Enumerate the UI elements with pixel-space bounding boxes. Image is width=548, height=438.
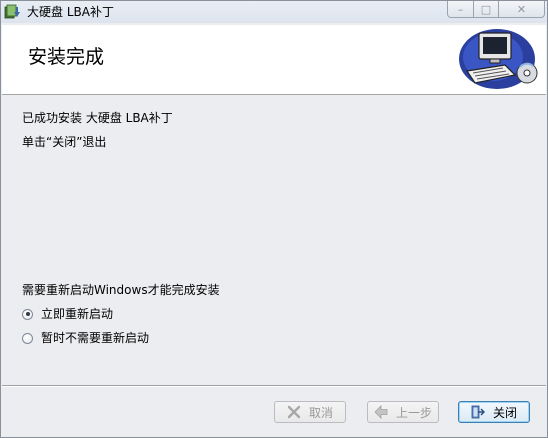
maximize-icon: □ (480, 2, 492, 16)
radio-restart-later[interactable]: 暂时不需要重新启动 (22, 330, 149, 346)
cancel-button[interactable]: 取消 (274, 401, 346, 423)
maximize-button[interactable]: □ (473, 1, 499, 18)
window-close-button[interactable]: ✕ (498, 1, 545, 18)
radio-label: 暂时不需要重新启动 (41, 331, 150, 345)
computer-cd-icon (457, 27, 543, 91)
minimize-button[interactable]: – (447, 1, 474, 18)
close-icon: ✕ (516, 2, 527, 16)
exit-instruction: 单击“关闭”退出 (22, 135, 107, 149)
header-banner: 安装完成 (2, 25, 546, 95)
minimize-icon: – (457, 2, 464, 16)
x-icon (287, 405, 301, 419)
close-label: 关闭 (492, 405, 517, 420)
content-area: 已成功安装 大硬盘 LBA补丁 单击“关闭”退出 需要重新启动Windows才能… (2, 96, 546, 386)
radio-button[interactable] (22, 308, 33, 320)
restart-prompt: 需要重新启动Windows才能完成安装 (22, 283, 220, 297)
footer-divider-highlight (2, 386, 546, 387)
radio-restart-now[interactable]: 立即重新启动 (22, 306, 113, 322)
radio-label: 立即重新启动 (41, 307, 114, 321)
back-arrow-icon (374, 405, 388, 419)
cancel-label: 取消 (308, 405, 333, 420)
installer-icon (4, 4, 21, 20)
back-label: 上一步 (395, 405, 432, 420)
back-button[interactable]: 上一步 (367, 401, 439, 423)
installer-window: 大硬盘 LBA补丁 – □ ✕ 安装完成 已成功安装 大硬盘 LBA补丁 单击“… (0, 0, 548, 438)
page-title: 安装完成 (28, 46, 105, 68)
exit-door-icon (471, 405, 486, 419)
close-button[interactable]: 关闭 (458, 401, 530, 423)
window-title: 大硬盘 LBA补丁 (27, 5, 114, 19)
title-bar[interactable]: 大硬盘 LBA补丁 – □ ✕ (1, 1, 547, 23)
radio-button[interactable] (22, 332, 33, 344)
success-message: 已成功安装 大硬盘 LBA补丁 (22, 111, 173, 125)
